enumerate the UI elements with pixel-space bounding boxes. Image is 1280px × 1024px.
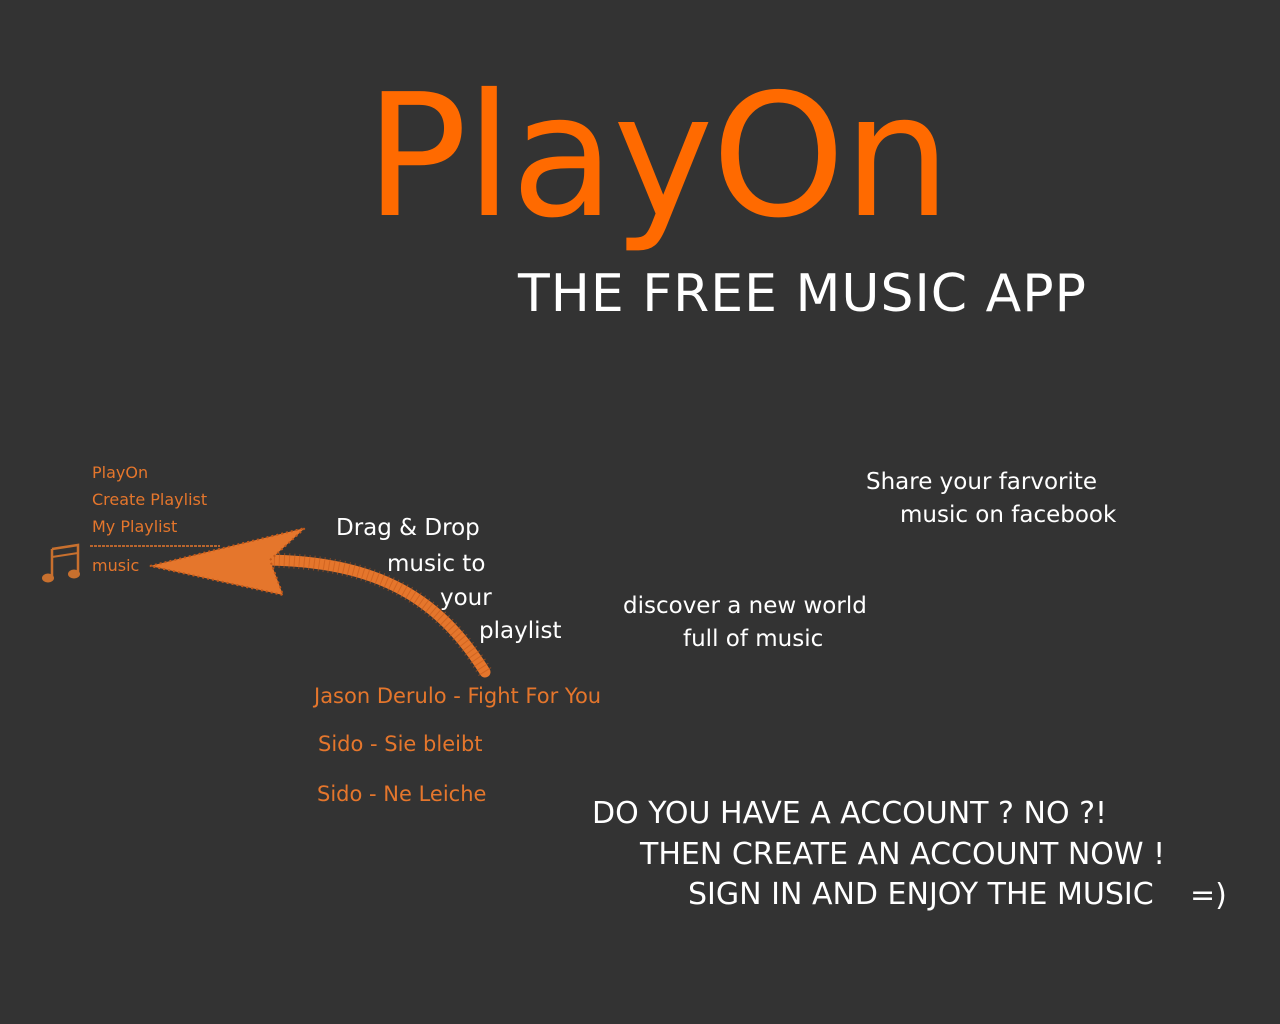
sidebar-item-my-playlist[interactable]: My Playlist xyxy=(92,517,177,536)
sidebar-item-create-playlist[interactable]: Create Playlist xyxy=(92,490,207,509)
splash-screen: PlayOn THE FREE MUSIC APP PlayOn Create … xyxy=(0,0,1280,1024)
share-line-1: Share your farvorite xyxy=(866,469,1098,495)
discover-line-2: full of music xyxy=(683,626,824,652)
song-item[interactable]: Jason Derulo - Fight For You xyxy=(314,684,601,708)
cta-line-1: DO YOU HAVE A ACCOUNT ? NO ?! xyxy=(592,796,1108,831)
cta-smiley: =) xyxy=(1190,878,1227,913)
cta-line-3: SIGN IN AND ENJOY THE MUSIC xyxy=(688,877,1154,912)
drag-drop-line-4: playlist xyxy=(479,618,562,644)
share-line-2: music on facebook xyxy=(900,502,1117,528)
drag-drop-line-3: your xyxy=(440,585,492,611)
drag-drop-line-2: music to xyxy=(387,551,486,577)
sidebar-item-playon[interactable]: PlayOn xyxy=(92,463,148,482)
cta-line-2: THEN CREATE AN ACCOUNT NOW ! xyxy=(640,837,1166,872)
song-item[interactable]: Sido - Ne Leiche xyxy=(317,782,486,806)
song-item[interactable]: Sido - Sie bleibt xyxy=(318,732,483,756)
sidebar-item-music[interactable]: music xyxy=(92,556,139,575)
music-notes-icon xyxy=(42,543,80,583)
drag-drop-line-1: Drag & Drop xyxy=(336,515,480,541)
discover-line-1: discover a new world xyxy=(623,593,867,619)
